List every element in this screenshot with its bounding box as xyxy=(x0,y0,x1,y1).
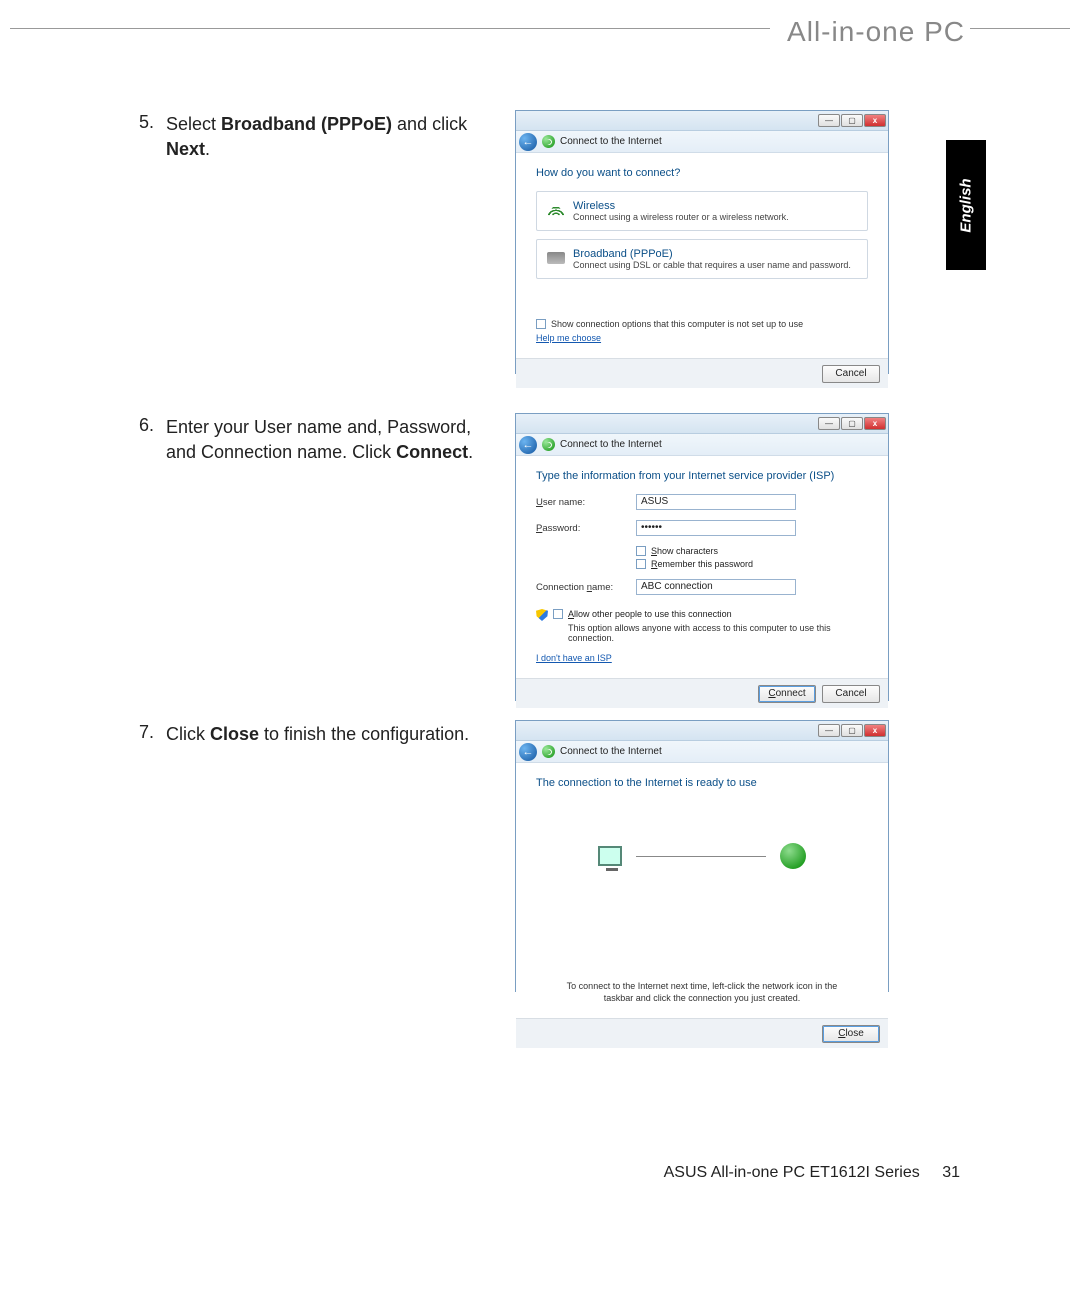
remember-password-label: Remember this password xyxy=(651,559,753,569)
option-wireless-title: Wireless xyxy=(573,200,789,212)
remember-password-checkbox[interactable] xyxy=(636,559,646,569)
help-me-choose-link[interactable]: Help me choose xyxy=(536,333,601,343)
prompt-heading: Type the information from your Internet … xyxy=(536,470,868,482)
dialog-title: Connect to the Internet xyxy=(560,439,662,450)
computer-icon xyxy=(598,846,622,866)
minimize-button[interactable]: — xyxy=(818,114,840,127)
password-label: Password: xyxy=(536,523,636,534)
back-button[interactable]: ← xyxy=(519,133,537,151)
connection-line xyxy=(636,856,766,857)
username-row: User name: ASUS xyxy=(536,494,868,510)
back-button[interactable]: ← xyxy=(519,436,537,454)
show-options-row[interactable]: Show connection options that this comput… xyxy=(536,319,868,329)
page-footer: ASUS All-in-one PC ET1612I Series 31 xyxy=(664,1164,960,1182)
show-characters-row[interactable]: Show characters xyxy=(636,546,868,556)
step-5-text: Select Broadband (PPPoE) and click Next. xyxy=(166,112,506,162)
show-options-checkbox[interactable] xyxy=(536,319,546,329)
back-arrow-icon: ← xyxy=(523,439,534,451)
password-input[interactable]: •••••• xyxy=(636,520,796,536)
dialog-header-row: ← Connect to the Internet xyxy=(516,434,888,456)
header-rule-right xyxy=(970,28,1070,29)
minimize-button[interactable]: — xyxy=(818,417,840,430)
option-broadband-title: Broadband (PPPoE) xyxy=(573,248,851,260)
prompt-heading: How do you want to connect? xyxy=(536,167,868,179)
titlebar: — ▢ x xyxy=(516,414,888,434)
step-7-text: Click Close to finish the configuration. xyxy=(166,722,469,747)
connect-icon xyxy=(542,135,555,148)
allow-others-checkbox[interactable] xyxy=(553,609,563,619)
prompt-heading: The connection to the Internet is ready … xyxy=(536,777,868,789)
dialog-body: The connection to the Internet is ready … xyxy=(516,763,888,1018)
maximize-button[interactable]: ▢ xyxy=(841,724,863,737)
language-tab: English xyxy=(946,140,986,270)
back-button[interactable]: ← xyxy=(519,743,537,761)
dialog-header-row: ← Connect to the Internet xyxy=(516,131,888,153)
allow-others-label: Allow other people to use this connectio… xyxy=(568,609,868,619)
wireless-icon xyxy=(547,203,565,216)
option-broadband[interactable]: Broadband (PPPoE) Connect using DSL or c… xyxy=(536,239,868,279)
dialog-connect-method: — ▢ x ← Connect to the Internet How do y… xyxy=(515,110,889,374)
step-5: 5. Select Broadband (PPPoE) and click Ne… xyxy=(130,112,506,162)
titlebar: — ▢ x xyxy=(516,721,888,741)
connect-icon xyxy=(542,438,555,451)
option-wireless-desc: Connect using a wireless router or a wir… xyxy=(573,212,789,222)
language-label: English xyxy=(958,178,975,232)
connect-icon xyxy=(542,745,555,758)
maximize-button[interactable]: ▢ xyxy=(841,114,863,127)
remember-password-row[interactable]: Remember this password xyxy=(636,559,868,569)
password-row: Password: •••••• xyxy=(536,520,868,536)
dialog-enter-info: — ▢ x ← Connect to the Internet Type the… xyxy=(515,413,889,701)
dialog-ready: — ▢ x ← Connect to the Internet The conn… xyxy=(515,720,889,992)
page-number: 31 xyxy=(942,1164,960,1181)
connection-name-input[interactable]: ABC connection xyxy=(636,579,796,595)
modem-icon xyxy=(547,252,565,264)
cancel-button[interactable]: Cancel xyxy=(822,685,880,703)
no-isp-link[interactable]: I don't have an ISP xyxy=(536,653,612,663)
header-rule-left xyxy=(10,28,770,29)
connection-graphic xyxy=(536,801,868,911)
step-6: 6. Enter your User name and, Password, a… xyxy=(130,415,506,465)
footer-text: ASUS All-in-one PC ET1612I Series xyxy=(664,1164,920,1181)
connect-button[interactable]: Connect xyxy=(758,685,816,703)
step-7: 7. Click Close to finish the configurati… xyxy=(130,722,469,747)
allow-others-row[interactable]: Allow other people to use this connectio… xyxy=(536,609,868,621)
info-text: To connect to the Internet next time, le… xyxy=(536,981,868,1004)
header-title: All-in-one PC xyxy=(787,16,965,48)
globe-icon xyxy=(780,843,806,869)
step-6-number: 6. xyxy=(130,415,166,465)
connection-name-label: Connection name: xyxy=(536,582,636,593)
dialog-footer: Connect Cancel xyxy=(516,678,888,708)
step-5-number: 5. xyxy=(130,112,166,162)
dialog-title: Connect to the Internet xyxy=(560,136,662,147)
close-button[interactable]: x xyxy=(864,417,886,430)
close-button[interactable]: x xyxy=(864,114,886,127)
username-label: User name: xyxy=(536,497,636,508)
dialog-body: Type the information from your Internet … xyxy=(516,456,888,678)
step-7-number: 7. xyxy=(130,722,166,747)
show-characters-checkbox[interactable] xyxy=(636,546,646,556)
username-input[interactable]: ASUS xyxy=(636,494,796,510)
maximize-button[interactable]: ▢ xyxy=(841,417,863,430)
option-broadband-desc: Connect using DSL or cable that requires… xyxy=(573,260,851,270)
cancel-button[interactable]: Cancel xyxy=(822,365,880,383)
dialog-title: Connect to the Internet xyxy=(560,746,662,757)
back-arrow-icon: ← xyxy=(523,136,534,148)
close-button[interactable]: x xyxy=(864,724,886,737)
dialog-footer: Close xyxy=(516,1018,888,1048)
step-6-text: Enter your User name and, Password, and … xyxy=(166,415,506,465)
allow-others-desc: This option allows anyone with access to… xyxy=(568,623,868,643)
show-characters-label: Show characters xyxy=(651,546,718,556)
back-arrow-icon: ← xyxy=(523,746,534,758)
show-options-label: Show connection options that this comput… xyxy=(551,319,803,329)
dialog-footer: Cancel xyxy=(516,358,888,388)
dialog-header-row: ← Connect to the Internet xyxy=(516,741,888,763)
titlebar: — ▢ x xyxy=(516,111,888,131)
option-wireless[interactable]: Wireless Connect using a wireless router… xyxy=(536,191,868,231)
connection-name-row: Connection name: ABC connection xyxy=(536,579,868,595)
close-button-action[interactable]: Close xyxy=(822,1025,880,1043)
dialog-body: How do you want to connect? Wireless Con… xyxy=(516,153,888,358)
minimize-button[interactable]: — xyxy=(818,724,840,737)
shield-icon xyxy=(536,609,548,621)
